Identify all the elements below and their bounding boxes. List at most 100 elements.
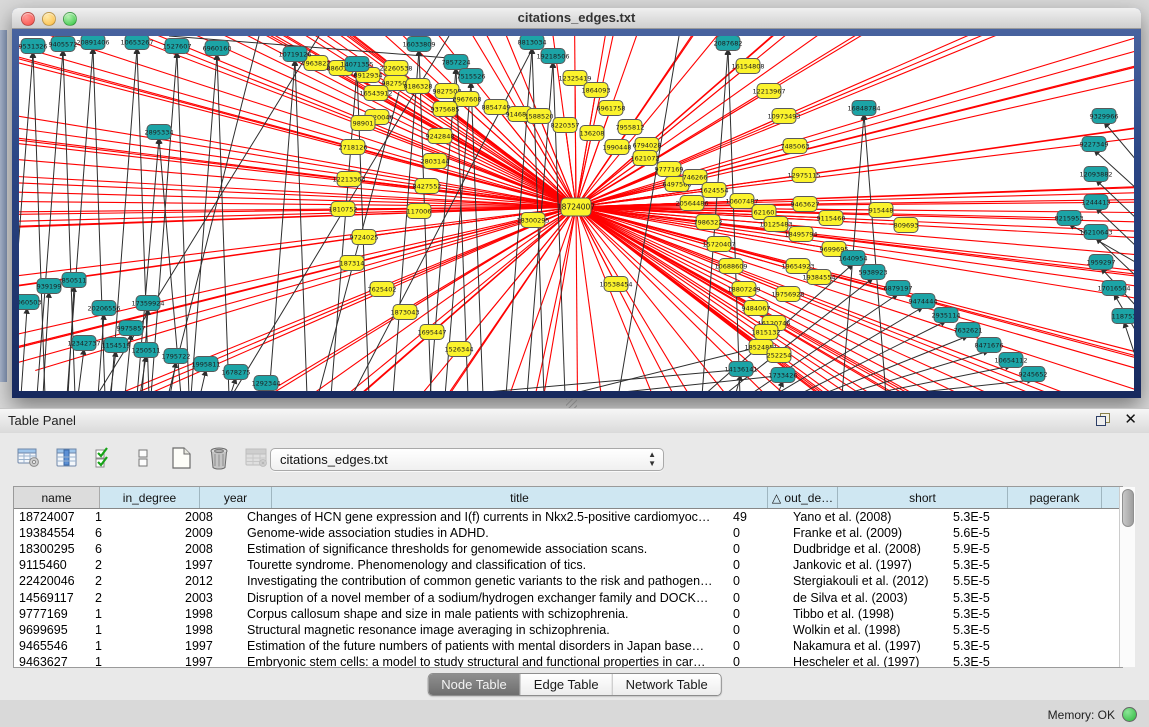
svg-text:9405572: 9405572 <box>49 40 78 48</box>
svg-text:9463627: 9463627 <box>791 200 820 208</box>
select-columns-icon[interactable] <box>92 445 118 471</box>
table-cell: 0 <box>728 655 788 668</box>
svg-text:118753: 118753 <box>1112 312 1134 320</box>
node-table[interactable]: namein_degreeyeartitle△ out_de…shortpage… <box>13 486 1123 668</box>
row-options-icon[interactable] <box>130 445 156 471</box>
window-titlebar[interactable]: citations_edges.txt <box>12 8 1141 29</box>
svg-text:1695447: 1695447 <box>418 328 447 336</box>
close-panel-icon[interactable]: ✕ <box>1124 413 1137 426</box>
table-cell: Changes of HCN gene expression and I(f) … <box>242 510 728 524</box>
svg-text:8912934: 8912934 <box>354 71 383 79</box>
table-row[interactable]: 969969511998Structural magnetic resonanc… <box>14 622 1122 638</box>
table-row[interactable]: 946362711997Embryonic stem cells: a mode… <box>14 654 1122 668</box>
table-cell: 0 <box>728 574 788 588</box>
svg-text:2087682: 2087682 <box>714 39 743 47</box>
svg-text:8215953: 8215953 <box>1055 214 1084 222</box>
svg-text:1640954: 1640954 <box>839 254 868 262</box>
table-row[interactable]: 1872400712008Changes of HCN gene express… <box>14 509 1122 525</box>
svg-text:2895334: 2895334 <box>145 128 174 136</box>
svg-text:10653267: 10653267 <box>120 38 153 46</box>
svg-text:7857224: 7857224 <box>442 58 471 66</box>
table-cell: Investigating the contribution of common… <box>242 574 728 588</box>
table-cell: 0 <box>728 607 788 621</box>
table-cell: Nakamura et al. (1997) <box>788 639 948 653</box>
column-header-in_degree[interactable]: in_degree <box>100 487 200 508</box>
svg-text:6879197: 6879197 <box>884 284 913 292</box>
delete-table-icon[interactable] <box>206 445 232 471</box>
tab-edge-table[interactable]: Edge Table <box>521 674 613 695</box>
status-bar: Memory: OK <box>0 701 1149 727</box>
scrollbar-thumb[interactable] <box>1122 489 1134 527</box>
column-header-short[interactable]: short <box>838 487 1008 508</box>
table-row[interactable]: 977716911998Corpus callosum shape and si… <box>14 606 1122 622</box>
svg-text:2935114: 2935114 <box>932 311 961 319</box>
column-header-pagerank[interactable]: pagerank <box>1008 487 1102 508</box>
citation-network-graph[interactable]: 7963822886012889129342226053898275091654… <box>19 36 1134 391</box>
table-row[interactable]: 1938455462009Genome-wide association stu… <box>14 525 1122 541</box>
svg-text:9975857: 9975857 <box>117 324 146 332</box>
table-cell: Tourette syndrome. Phenomenology and cla… <box>242 558 728 572</box>
table-cell: 6 <box>90 542 180 556</box>
network-view-frame: 7963822886012889129342226053898275091654… <box>12 29 1141 398</box>
table-cell: Yano et al. (2008) <box>788 510 948 524</box>
svg-text:187314: 187314 <box>340 259 365 267</box>
table-settings-icon[interactable] <box>16 445 42 471</box>
svg-text:8427552: 8427552 <box>413 182 442 190</box>
table-cell: Corpus callosum shape and size in male p… <box>242 607 728 621</box>
float-panel-icon[interactable] <box>1096 413 1110 426</box>
svg-text:20564486: 20564486 <box>675 199 708 207</box>
svg-text:1873043: 1873043 <box>391 308 420 316</box>
svg-text:1154519: 1154519 <box>102 341 131 349</box>
table-row[interactable]: 2242004622012Investigating the contribut… <box>14 573 1122 589</box>
table-cell: 2003 <box>180 591 242 605</box>
table-row[interactable]: 1830029562008Estimation of significance … <box>14 541 1122 557</box>
svg-text:22260538: 22260538 <box>379 64 412 72</box>
svg-text:20891406: 20891406 <box>76 38 109 46</box>
table-vertical-scrollbar[interactable] <box>1119 487 1135 667</box>
network-canvas[interactable]: 7963822886012889129342226053898275091654… <box>19 36 1134 391</box>
table-cell: 0 <box>728 623 788 637</box>
svg-text:2803144: 2803144 <box>421 157 450 165</box>
svg-text:7485063: 7485063 <box>781 142 810 150</box>
table-cell: 1998 <box>180 623 242 637</box>
tab-network-table[interactable]: Network Table <box>613 674 721 695</box>
svg-text:136208: 136208 <box>580 129 605 137</box>
svg-text:7986322: 7986322 <box>694 218 723 226</box>
panel-resize-handle[interactable] <box>566 399 577 408</box>
svg-text:10688609: 10688609 <box>714 262 747 270</box>
table-row[interactable]: 911546021997Tourette syndrome. Phenomeno… <box>14 557 1122 573</box>
svg-text:9777169: 9777169 <box>655 165 684 173</box>
show-columns-icon[interactable] <box>54 445 80 471</box>
table-cell: 5.3E-5 <box>948 639 1032 653</box>
table-cell: 18724007 <box>14 510 90 524</box>
table-cell: 5.6E-5 <box>948 526 1032 540</box>
table-selector-dropdown[interactable]: citations_edges.txt ▲▼ <box>270 448 664 471</box>
svg-text:2718126: 2718126 <box>339 143 368 151</box>
tab-node-table[interactable]: Node Table <box>428 674 521 695</box>
svg-text:746266: 746266 <box>683 173 708 181</box>
svg-text:8813034: 8813034 <box>518 38 547 46</box>
table-cell: Tibbo et al. (1998) <box>788 607 948 621</box>
table-cell: Hescheler et al. (1997) <box>788 655 948 668</box>
svg-text:9724025: 9724025 <box>350 233 379 241</box>
svg-text:7515526: 7515526 <box>457 72 486 80</box>
network-window: citations_edges.txt 79638228860128891293… <box>12 8 1141 398</box>
svg-text:1815132: 1815132 <box>752 328 781 336</box>
table-cell: 2008 <box>180 510 242 524</box>
column-header-out_de[interactable]: △ out_de… <box>768 487 838 508</box>
table-cell: 5.3E-5 <box>948 558 1032 572</box>
svg-text:12213363: 12213363 <box>332 175 365 183</box>
svg-text:5938923: 5938923 <box>859 268 888 276</box>
table-row[interactable]: 946554611997Estimation of the future num… <box>14 638 1122 654</box>
table-cell: 0 <box>728 639 788 653</box>
svg-text:6960160: 6960160 <box>203 44 232 52</box>
table-cell: Structural magnetic resonance image aver… <box>242 623 728 637</box>
table-cell: 0 <box>728 558 788 572</box>
window-title: citations_edges.txt <box>12 10 1141 25</box>
column-header-name[interactable]: name <box>14 487 100 508</box>
column-header-title[interactable]: title <box>272 487 768 508</box>
table-row[interactable]: 1456911722003Disruption of a novel membe… <box>14 589 1122 605</box>
create-table-icon[interactable] <box>168 445 194 471</box>
column-header-year[interactable]: year <box>200 487 272 508</box>
svg-text:12093882: 12093882 <box>1079 170 1112 178</box>
